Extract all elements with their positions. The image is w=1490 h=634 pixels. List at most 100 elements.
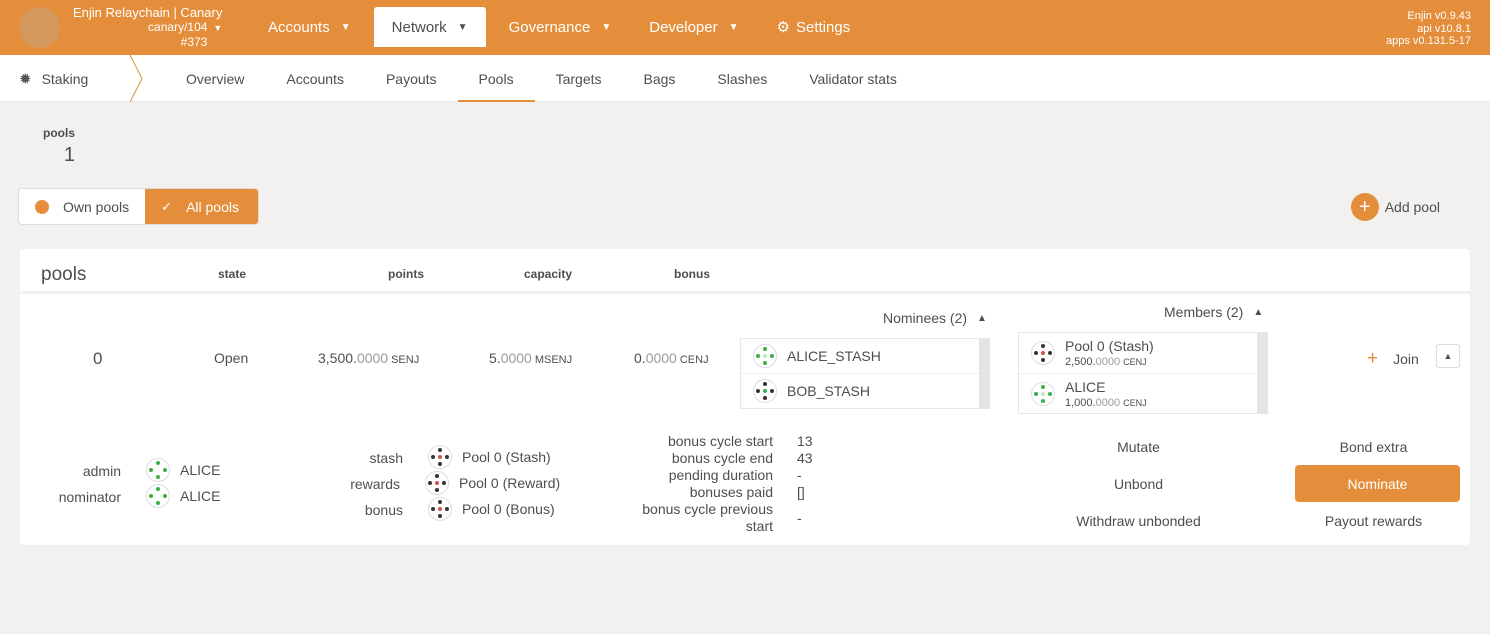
sub-navigation: ✹ Staking Overview Accounts Payouts Pool… bbox=[0, 55, 1490, 102]
gears-icon: ⚙ bbox=[776, 19, 790, 36]
tab-pools[interactable]: Pools bbox=[457, 55, 535, 102]
tab-slashes[interactable]: Slashes bbox=[696, 55, 788, 102]
withdraw-unbonded-button[interactable]: Withdraw unbonded bbox=[1056, 502, 1221, 539]
nominees-list: ALICE_STASH BOB_STASH bbox=[740, 338, 990, 409]
block-number: #373 bbox=[180, 35, 208, 49]
bonus-cycle-start-label: bonus cycle start bbox=[667, 433, 773, 449]
section-divider-icon bbox=[129, 55, 143, 102]
top-bar: Enjin Relaychain | Canary canary/104 ▼ #3… bbox=[0, 0, 1490, 55]
header-points: points bbox=[388, 267, 424, 281]
menu-developer[interactable]: Developer ▼ bbox=[634, 7, 753, 47]
identicon-icon bbox=[428, 445, 452, 469]
stash-label: stash bbox=[369, 450, 403, 466]
bonus-cycle-previous-start-value: - bbox=[797, 510, 802, 526]
bonuses-paid-label: bonuses paid bbox=[689, 484, 773, 500]
identicon-icon bbox=[425, 471, 449, 495]
pending-duration-value: - bbox=[797, 467, 802, 483]
nominator-account[interactable]: ALICE bbox=[146, 484, 220, 508]
collapse-row-button[interactable]: ▲ bbox=[1436, 344, 1460, 368]
tab-overview[interactable]: Overview bbox=[165, 55, 265, 102]
pools-table-header: pools state points capacity bonus bbox=[20, 249, 1470, 291]
plus-icon: + bbox=[1350, 193, 1379, 221]
cog-icon: ✹ bbox=[19, 70, 32, 88]
tab-accounts[interactable]: Accounts bbox=[265, 55, 365, 102]
menu-governance[interactable]: Governance ▼ bbox=[494, 7, 627, 47]
stash-account[interactable]: Pool 0 (Stash) bbox=[428, 445, 551, 469]
apps-version: apps v0.131.5-17 bbox=[1385, 35, 1471, 47]
pool-row: 0 Open 3,500.0000 SENJ 5.0000 MSENJ 0.0000… bbox=[20, 294, 1470, 545]
header-bonus: bonus bbox=[674, 267, 710, 281]
rewards-account[interactable]: Pool 0 (Reward) bbox=[425, 471, 560, 495]
unbond-button[interactable]: Unbond bbox=[1056, 465, 1221, 502]
scrollbar[interactable] bbox=[1257, 333, 1267, 413]
node-version: Enjin v0.9.43 bbox=[1407, 10, 1471, 22]
tab-targets[interactable]: Targets bbox=[535, 55, 623, 102]
caret-down-icon: ▼ bbox=[728, 21, 739, 33]
nominee-name: ALICE_STASH bbox=[787, 348, 881, 364]
bonus-cycle-end-value: 43 bbox=[797, 450, 813, 466]
tab-bags[interactable]: Bags bbox=[623, 55, 697, 102]
members-toggle[interactable]: Members (2) ▲ bbox=[1164, 304, 1263, 320]
api-version: api v10.8.1 bbox=[1417, 22, 1471, 35]
bonus-cycle-previous-start-label: bonus cycle previous start bbox=[642, 501, 773, 534]
runtime-version: canary/104 bbox=[148, 20, 208, 34]
all-pools-option[interactable]: ✓ All pools bbox=[145, 189, 259, 224]
list-item[interactable]: ALICE_STASH bbox=[741, 339, 989, 374]
bonus-label: bonus bbox=[364, 502, 403, 518]
list-item[interactable]: BOB_STASH bbox=[741, 374, 989, 408]
chain-selector[interactable]: Enjin Relaychain | Canary canary/104 ▼ #3… bbox=[73, 6, 223, 50]
nominator-label: nominator bbox=[58, 489, 121, 505]
menu-settings[interactable]: ⚙ Settings bbox=[762, 7, 866, 47]
caret-down-icon: ▼ bbox=[340, 21, 351, 33]
payout-rewards-button[interactable]: Payout rewards bbox=[1291, 502, 1456, 539]
caret-up-icon: ▲ bbox=[1253, 306, 1264, 318]
table-title: pools bbox=[41, 264, 87, 285]
pool-filter-toggle: Own pools ✓ All pools bbox=[18, 188, 260, 225]
mutate-button[interactable]: Mutate bbox=[1056, 428, 1221, 465]
check-icon: ✓ bbox=[161, 198, 173, 214]
nominees-toggle[interactable]: Nominees (2) ▲ bbox=[883, 310, 987, 326]
scrollbar[interactable] bbox=[979, 339, 989, 408]
admin-label: admin bbox=[82, 463, 121, 479]
pool-points: 3,500.0000 SENJ bbox=[318, 350, 420, 366]
bond-extra-button[interactable]: Bond extra bbox=[1291, 428, 1456, 465]
join-button[interactable]: + Join bbox=[1367, 348, 1419, 370]
summary-value: 1 bbox=[63, 144, 75, 166]
menu-accounts[interactable]: Accounts ▼ bbox=[253, 7, 366, 47]
pool-capacity: 5.0000 MSENJ bbox=[489, 350, 573, 366]
caret-up-icon: ▲ bbox=[1443, 351, 1453, 361]
caret-down-icon: ▼ bbox=[457, 21, 468, 33]
chevron-down-icon: ▼ bbox=[213, 23, 223, 33]
bonus-account[interactable]: Pool 0 (Bonus) bbox=[428, 497, 555, 521]
pool-bonus: 0.0000 CENJ bbox=[634, 350, 709, 366]
caret-up-icon: ▲ bbox=[977, 312, 987, 324]
list-item[interactable]: ALICE 1,000.0000 CENJ bbox=[1019, 374, 1267, 413]
identicon-icon bbox=[753, 344, 777, 368]
member-name: Pool 0 (Stash) bbox=[1065, 337, 1154, 354]
version-info: Enjin v0.9.43 api v10.8.1 apps v0.131.5-… bbox=[1386, 10, 1471, 48]
rewards-label: rewards bbox=[350, 476, 400, 492]
nominate-button[interactable]: Nominate bbox=[1295, 465, 1460, 502]
chain-logo[interactable] bbox=[19, 7, 60, 48]
nominee-name: BOB_STASH bbox=[787, 383, 870, 399]
section-staking: ✹ Staking bbox=[0, 55, 140, 102]
member-balance: 2,500.0000 CENJ bbox=[1065, 355, 1147, 368]
admin-account[interactable]: ALICE bbox=[146, 458, 220, 482]
tab-payouts[interactable]: Payouts bbox=[365, 55, 458, 102]
own-pools-option[interactable]: Own pools bbox=[19, 189, 145, 224]
add-pool-button[interactable]: + Add pool bbox=[1350, 193, 1440, 221]
pending-duration-label: pending duration bbox=[668, 467, 773, 483]
header-capacity: capacity bbox=[524, 267, 573, 281]
dot-icon bbox=[35, 199, 49, 214]
tab-validator-stats[interactable]: Validator stats bbox=[788, 55, 918, 102]
identicon-icon bbox=[428, 497, 452, 521]
identicon-icon bbox=[146, 458, 170, 482]
header-state: state bbox=[218, 267, 247, 281]
pool-id: 0 bbox=[93, 349, 103, 368]
menu-network[interactable]: Network ▼ bbox=[373, 7, 486, 47]
list-item[interactable]: Pool 0 (Stash) 2,500.0000 CENJ bbox=[1019, 333, 1267, 374]
bonuses-paid-value: [] bbox=[797, 484, 805, 500]
identicon-icon bbox=[1031, 341, 1055, 365]
member-name: ALICE bbox=[1065, 378, 1106, 395]
pool-state: Open bbox=[214, 350, 249, 366]
